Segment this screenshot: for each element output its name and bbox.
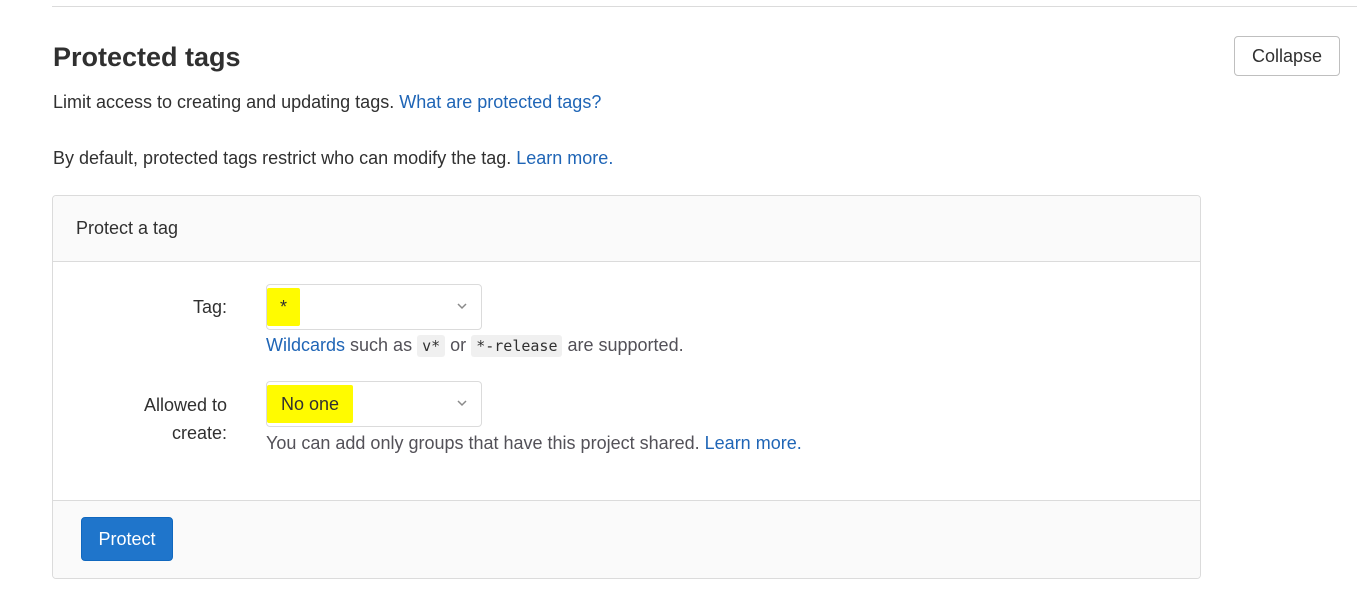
wildcard-example-1: v* <box>417 335 446 357</box>
allowed-help: You can add only groups that have this p… <box>266 433 802 454</box>
intro-description: Limit access to creating and updating ta… <box>53 92 601 113</box>
page-title: Protected tags <box>53 42 241 72</box>
learn-more-link[interactable]: Learn more. <box>516 148 613 168</box>
allowed-label-line-2: create: <box>171 423 227 443</box>
allowed-help-text: You can add only groups that have this p… <box>266 433 700 453</box>
default-text: By default, protected tags restrict who … <box>53 148 512 168</box>
protect-tag-card: Protect a tag Tag: * Wildcards such as v… <box>52 195 1201 579</box>
wildcards-text-3: are supported. <box>567 335 684 355</box>
protect-button[interactable]: Protect <box>81 517 173 561</box>
default-description: By default, protected tags restrict who … <box>53 148 613 169</box>
wildcards-text-1: such as <box>350 335 413 355</box>
allowed-to-create-dropdown[interactable]: No one <box>266 381 482 427</box>
chevron-down-icon <box>457 400 467 407</box>
intro-text: Limit access to creating and updating ta… <box>53 92 395 112</box>
wildcards-help: Wildcards such as v* or *-release are su… <box>266 335 684 357</box>
card-header: Protect a tag <box>53 196 1200 262</box>
tag-dropdown[interactable]: * <box>266 284 482 330</box>
allowed-learn-more-link[interactable]: Learn more. <box>705 433 802 453</box>
allowed-label-line-1: Allowed to <box>143 395 227 415</box>
wildcards-link[interactable]: Wildcards <box>266 335 345 355</box>
card-footer: Protect <box>53 500 1200 578</box>
allowed-to-create-label: Allowed to create: <box>113 391 227 447</box>
collapse-button[interactable]: Collapse <box>1234 36 1340 76</box>
allowed-dropdown-value: No one <box>267 385 354 423</box>
chevron-down-icon <box>457 303 467 310</box>
top-divider <box>52 6 1357 7</box>
tag-dropdown-value: * <box>267 288 301 326</box>
wildcards-text-2: or <box>450 335 467 355</box>
tag-label: Tag: <box>192 297 227 317</box>
protected-tags-help-link[interactable]: What are protected tags? <box>399 92 601 112</box>
wildcard-example-2: *-release <box>471 335 563 357</box>
